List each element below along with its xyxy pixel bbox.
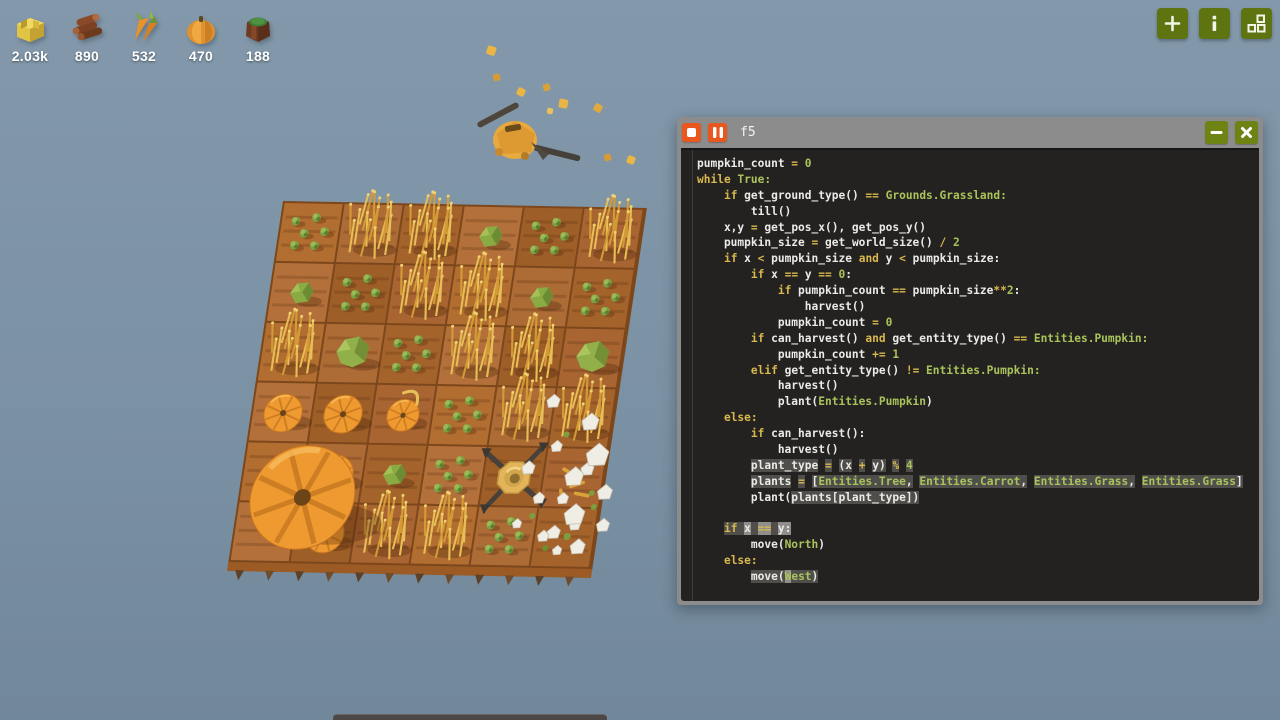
- window-header[interactable]: f5: [677, 117, 1263, 148]
- code-line[interactable]: pumpkin_size = get_world_size() / 2: [697, 235, 1257, 251]
- code-line[interactable]: else:: [697, 553, 1257, 569]
- info-icon: [1205, 14, 1224, 33]
- carrot-icon: [125, 10, 163, 48]
- code-line[interactable]: harvest(): [697, 299, 1257, 315]
- close-button[interactable]: [1235, 121, 1258, 144]
- code-line[interactable]: move(North): [697, 537, 1257, 553]
- windows-icon: [1246, 13, 1267, 34]
- code-line[interactable]: if x == y == 0:: [697, 267, 1257, 283]
- code-line[interactable]: if can_harvest():: [697, 426, 1257, 442]
- resource-wood: 890: [65, 10, 109, 64]
- code-gutter: [692, 150, 693, 601]
- barrel-icon: [239, 10, 277, 48]
- window-title: f5: [740, 125, 756, 140]
- code-line[interactable]: if pumpkin_count == pumpkin_size**2:: [697, 283, 1257, 299]
- pause-icon: [713, 127, 723, 138]
- windows-button[interactable]: [1241, 8, 1272, 39]
- resource-barrel: 188: [236, 10, 280, 64]
- code-line[interactable]: harvest(): [697, 442, 1257, 458]
- code-line[interactable]: move(West): [697, 569, 1257, 585]
- minimize-button[interactable]: [1205, 121, 1228, 144]
- stop-icon: [687, 128, 696, 137]
- code-line[interactable]: pumpkin_count = 0: [697, 315, 1257, 331]
- code-line[interactable]: harvest(): [697, 378, 1257, 394]
- code-line[interactable]: if can_harvest() and get_entity_type() =…: [697, 331, 1257, 347]
- code-line[interactable]: if x < pumpkin_size and y < pumpkin_size…: [697, 251, 1257, 267]
- resource-hay: 2.03k: [8, 10, 52, 64]
- minus-icon: [1210, 126, 1223, 139]
- resource-bar: 2.03k 890 532 470 188: [8, 10, 280, 64]
- add-window-button[interactable]: [1157, 8, 1188, 39]
- stop-button[interactable]: [682, 123, 701, 142]
- pause-button[interactable]: [708, 123, 727, 142]
- code-line[interactable]: till(): [697, 204, 1257, 220]
- code-line[interactable]: pumpkin_count += 1: [697, 347, 1257, 363]
- info-button[interactable]: [1199, 8, 1230, 39]
- resource-count: 532: [132, 48, 156, 64]
- code-line[interactable]: [697, 506, 1257, 522]
- resource-pumpkin: 470: [179, 10, 223, 64]
- resource-count: 188: [246, 48, 270, 64]
- game-screen: 2.03k 890 532 470 188: [0, 0, 1280, 720]
- resource-count: 2.03k: [12, 48, 49, 64]
- code-line[interactable]: plant_type = (x + y) % 4: [697, 458, 1257, 474]
- code-line[interactable]: if get_ground_type() == Grounds.Grasslan…: [697, 188, 1257, 204]
- plus-icon: [1163, 14, 1182, 33]
- code-line[interactable]: elif get_entity_type() != Entities.Pumpk…: [697, 363, 1257, 379]
- resource-count: 470: [189, 48, 213, 64]
- resource-count: 890: [75, 48, 99, 64]
- code-line[interactable]: x,y = get_pos_x(), get_pos_y(): [697, 220, 1257, 236]
- code-line[interactable]: else:: [697, 410, 1257, 426]
- pumpkin-icon: [182, 10, 220, 48]
- close-icon: [1240, 126, 1253, 139]
- code-line[interactable]: plants = [Entities.Tree, Entities.Carrot…: [697, 474, 1257, 490]
- farm-scene[interactable]: [225, 201, 647, 593]
- wood-icon: [68, 10, 106, 48]
- code-line[interactable]: if x == y:: [697, 521, 1257, 537]
- code-line[interactable]: while True:: [697, 172, 1257, 188]
- code-editor[interactable]: pumpkin_count = 0while True: if get_grou…: [681, 148, 1259, 601]
- resource-carrot: 532: [122, 10, 166, 64]
- drone-body: [476, 102, 581, 162]
- code-line[interactable]: pumpkin_count = 0: [697, 156, 1257, 172]
- toolbar: [1157, 8, 1272, 39]
- code-line[interactable]: plant(Entities.Pumpkin): [697, 394, 1257, 410]
- hay-icon: [11, 10, 49, 48]
- code-line[interactable]: plant(plants[plant_type]): [697, 490, 1257, 506]
- flying-drone: [447, 42, 647, 192]
- code-lines[interactable]: pumpkin_count = 0while True: if get_grou…: [697, 156, 1257, 585]
- code-editor-window: f5 pumpkin_count = 0while True: if get_g…: [677, 117, 1263, 605]
- bottom-panel-edge[interactable]: [333, 714, 607, 720]
